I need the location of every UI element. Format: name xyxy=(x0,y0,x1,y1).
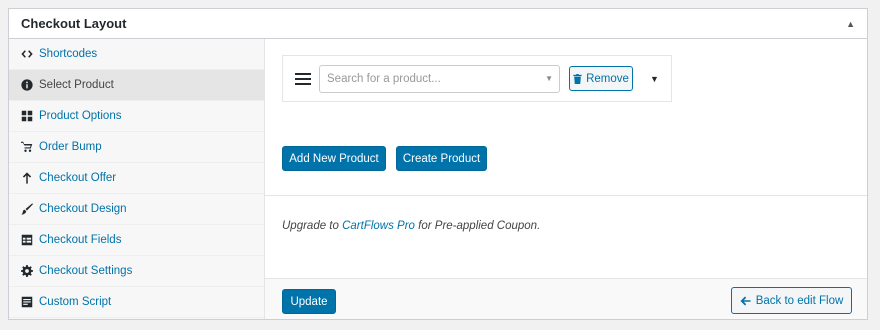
metabox-header: Checkout Layout ▲ xyxy=(9,9,867,39)
back-to-edit-flow-button[interactable]: Back to edit Flow xyxy=(731,287,852,314)
create-product-button[interactable]: Create Product xyxy=(396,146,487,171)
sidebar-item-checkout-design[interactable]: Checkout Design xyxy=(9,194,264,225)
sidebar-item-label: Checkout Fields xyxy=(39,234,122,246)
grid-icon xyxy=(20,110,33,123)
upgrade-suffix: for Pre-applied Coupon. xyxy=(414,220,541,232)
sidebar-item-order-bump[interactable]: Order Bump xyxy=(9,132,264,163)
sidebar-item-custom-script[interactable]: Custom Script xyxy=(9,287,264,318)
metabox-body: Shortcodes Select Product Product Option… xyxy=(9,39,867,319)
info-icon xyxy=(20,79,33,92)
upgrade-prefix: Upgrade to xyxy=(282,220,343,232)
sidebar-item-label: Select Product xyxy=(39,79,114,91)
upgrade-notice: Upgrade to CartFlows Pro for Pre-applied… xyxy=(282,220,540,232)
cart-icon xyxy=(20,141,33,154)
product-row: Search for a product... ▼ Remove ▼ xyxy=(282,55,672,102)
sidebar-item-label: Order Bump xyxy=(39,141,102,153)
expand-options-icon[interactable]: ▼ xyxy=(650,74,659,84)
collapse-toggle-icon[interactable]: ▲ xyxy=(846,19,855,29)
arrow-left-icon xyxy=(740,296,751,305)
update-button[interactable]: Update xyxy=(282,289,336,314)
drag-handle-icon[interactable] xyxy=(295,72,311,85)
sidebar-item-label: Product Options xyxy=(39,110,122,122)
sidebar-item-label: Shortcodes xyxy=(39,48,98,60)
sidebar-item-product-options[interactable]: Product Options xyxy=(9,101,264,132)
gear-icon xyxy=(20,265,33,278)
back-label: Back to edit Flow xyxy=(755,294,844,307)
product-search-placeholder: Search for a product... xyxy=(327,72,441,85)
code-icon xyxy=(20,48,33,61)
remove-label: Remove xyxy=(586,72,629,85)
settings-sidebar: Shortcodes Select Product Product Option… xyxy=(9,39,265,319)
sidebar-item-label: Checkout Design xyxy=(39,203,127,215)
sidebar-item-checkout-offer[interactable]: Checkout Offer xyxy=(9,163,264,194)
remove-product-button[interactable]: Remove xyxy=(569,66,633,91)
trash-icon xyxy=(573,73,582,84)
document-icon xyxy=(20,296,33,309)
arrow-up-icon xyxy=(20,172,33,185)
metabox-title: Checkout Layout xyxy=(21,16,127,31)
chevron-down-icon: ▼ xyxy=(545,74,553,83)
sidebar-item-shortcodes[interactable]: Shortcodes xyxy=(9,39,264,70)
sidebar-item-label: Custom Script xyxy=(39,296,112,308)
sidebar-item-label: Checkout Settings xyxy=(39,265,133,277)
table-icon xyxy=(20,234,33,247)
main-panel: Search for a product... ▼ Remove ▼ Add N… xyxy=(265,39,867,319)
sidebar-item-checkout-settings[interactable]: Checkout Settings xyxy=(9,256,264,287)
brush-icon xyxy=(20,203,33,216)
sidebar-item-checkout-fields[interactable]: Checkout Fields xyxy=(9,225,264,256)
checkout-layout-metabox: Checkout Layout ▲ Shortcodes Select Prod… xyxy=(8,8,868,320)
sidebar-item-label: Checkout Offer xyxy=(39,172,117,184)
cartflows-pro-link[interactable]: CartFlows Pro xyxy=(342,220,415,232)
action-footer: Update Back to edit Flow xyxy=(265,278,867,319)
sidebar-item-select-product[interactable]: Select Product xyxy=(9,70,264,101)
divider xyxy=(265,195,867,196)
product-search-select[interactable]: Search for a product... ▼ xyxy=(319,64,560,93)
add-new-product-button[interactable]: Add New Product xyxy=(282,146,386,171)
